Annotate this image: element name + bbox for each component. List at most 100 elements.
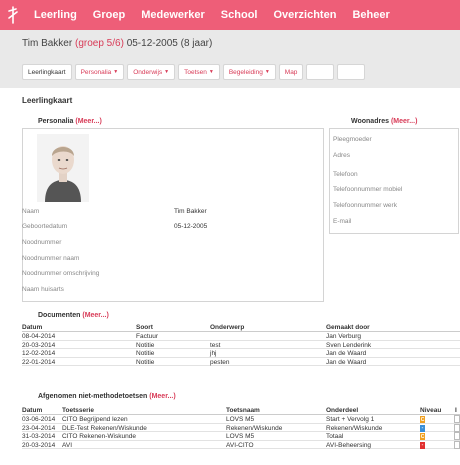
nav-beheer[interactable]: Beheer [344, 0, 397, 30]
table-row[interactable]: 22-01-2014 Notitie pesten Jan de Waard [22, 358, 460, 366]
column-header[interactable]: Datum [22, 407, 42, 414]
field-label-pleegmoeder: Pleegmoeder [333, 136, 372, 143]
table-cell: 08-04-2014 [22, 333, 56, 340]
page-title: Leerlingkaart [22, 96, 73, 105]
tab-toetsen[interactable]: Toetsen ▼ [178, 64, 220, 80]
table-cell: DLE-Test Rekenen/Wiskunde [62, 424, 147, 432]
section-title-text: Personalia [38, 118, 74, 125]
table-cell: pesten [210, 358, 230, 366]
nav-medewerker[interactable]: Medewerker [133, 0, 213, 30]
niveau-badge: - [420, 424, 425, 432]
table-cell: 03-06-2014 [22, 416, 56, 423]
table-cell: 23-04-2014 [22, 424, 56, 432]
row-checkbox[interactable] [454, 423, 460, 432]
tab-bar: Leerlingkaart Personalia ▼ Onderwijs ▼ Toe… [22, 64, 366, 80]
table-cell: Jan de Waard [326, 358, 367, 366]
row-checkbox[interactable] [454, 440, 460, 449]
field-value-geboortedatum: 05-12-2005 [174, 223, 208, 230]
toetsen-title: Afgenomen niet-methodetoetsen (Meer...) [38, 393, 176, 400]
tab-begeleiding[interactable]: Begeleiding ▼ [222, 64, 276, 80]
tab-leerlingkaart[interactable]: Leerlingkaart [22, 64, 72, 80]
student-title: Tim Bakker (groep 5/6) 05-12-2005 (8 jaa… [22, 38, 212, 49]
table-cell: Jan Verburg [326, 333, 362, 340]
column-header[interactable]: Datum [22, 324, 42, 331]
table-cell: AVI-Beheersing [326, 441, 372, 449]
field-label-noodnummer: Noodnummer [22, 239, 62, 246]
nav-overzichten[interactable]: Overzichten [265, 0, 344, 30]
row-checkbox[interactable] [454, 415, 460, 423]
column-header[interactable]: Toetsserie [62, 407, 94, 414]
tab-empty[interactable] [306, 64, 335, 80]
table-header-row: Datum Toetsserie Toetsnaam Onderdeel Niv… [22, 406, 460, 415]
column-header[interactable]: Onderwerp [210, 324, 244, 331]
niveau-badge: C [420, 416, 425, 423]
table-cell: jhj [210, 350, 217, 357]
nav-leerling[interactable]: Leerling [26, 0, 85, 30]
column-header[interactable]: Gemaakt door [326, 324, 370, 331]
personalia-meer-link[interactable]: (Meer...) [75, 118, 101, 125]
table-row[interactable]: 31-03-2014 CITO Rekenen-Wiskunde LOVS M5… [22, 432, 460, 441]
student-group-link[interactable]: (groep 5/6) [75, 38, 124, 49]
column-header[interactable]: Onderdeel [326, 407, 358, 414]
table-cell: Rekenen/Wiskunde [326, 424, 383, 432]
table-cell: Notitie [136, 350, 155, 357]
woonadres-title: Woonadres (Meer...) [351, 118, 417, 125]
caret-down-icon: ▼ [113, 69, 119, 75]
tab-label: Leerlingkaart [28, 68, 66, 76]
table-row[interactable]: 12-02-2014 Notitie jhj Jan de Waard [22, 349, 460, 358]
column-header[interactable]: Niveau [420, 407, 441, 414]
tab-personalia[interactable]: Personalia ▼ [74, 64, 125, 80]
table-cell: AVI [62, 441, 72, 449]
field-label-naam-huisarts: Naam huisarts [22, 286, 64, 293]
table-cell: CITO Begrijpend lezen [62, 416, 128, 423]
tab-empty[interactable] [337, 64, 366, 80]
nav-school[interactable]: School [213, 0, 266, 30]
table-cell: LOVS M5 [226, 416, 255, 423]
documenten-title: Documenten (Meer...) [38, 312, 109, 319]
woonadres-meer-link[interactable]: (Meer...) [391, 118, 417, 125]
tab-onderwijs[interactable]: Onderwijs ▼ [127, 64, 176, 80]
column-header[interactable]: Soort [136, 324, 153, 331]
table-row[interactable]: 23-04-2014 DLE-Test Rekenen/Wiskunde Rek… [22, 423, 460, 432]
field-label-telefoon: Telefoon [333, 171, 358, 178]
table-cell: Notitie [136, 358, 155, 366]
caret-down-icon: ▼ [164, 69, 170, 75]
documenten-meer-link[interactable]: (Meer...) [82, 312, 108, 319]
table-cell: CITO Rekenen-Wiskunde [62, 433, 136, 440]
section-title-text: Documenten [38, 312, 81, 319]
top-navigation: Leerling Groep Medewerker School Overzic… [0, 0, 460, 30]
table-row[interactable]: 20-03-2014 AVI AVI-CITO AVI-Beheersing - [22, 440, 460, 449]
table-header-row: Datum Soort Onderwerp Gemaakt door [22, 323, 460, 332]
tab-label: Begeleiding [228, 68, 263, 76]
table-cell: 20-03-2014 [22, 341, 56, 349]
column-header[interactable]: Toetsnaam [226, 407, 260, 414]
niveau-badge: C [420, 433, 425, 440]
toetsen-meer-link[interactable]: (Meer...) [149, 393, 175, 400]
documenten-table: Datum Soort Onderwerp Gemaakt door 08-04… [22, 323, 460, 366]
section-title-text: Woonadres [351, 118, 389, 125]
table-cell: Notitie [136, 341, 155, 349]
table-row[interactable]: 03-06-2014 CITO Begrijpend lezen LOVS M5… [22, 415, 460, 424]
table-cell: Rekenen/Wiskunde [226, 424, 283, 432]
column-header[interactable]: I [455, 407, 457, 414]
table-cell: LOVS M5 [226, 433, 255, 440]
section-title-text: Afgenomen niet-methodetoetsen [38, 393, 148, 400]
table-row[interactable]: 08-04-2014 Factuur Jan Verburg [22, 332, 460, 341]
field-label-telefoon-mobiel: Telefoonnummer mobiel [333, 186, 403, 193]
logo-icon[interactable] [0, 0, 26, 30]
field-label-adres: Adres [333, 152, 350, 159]
row-checkbox[interactable] [454, 432, 460, 440]
table-cell: Jan de Waard [326, 350, 367, 357]
table-cell: Start + Vervolg 1 [326, 416, 375, 423]
tab-label: Map [284, 68, 298, 76]
personalia-title: Personalia (Meer...) [38, 118, 102, 125]
tab-map[interactable]: Map [278, 64, 304, 80]
table-row[interactable]: 20-03-2014 Notitie test Sven Lenderink [22, 341, 460, 349]
niveau-badge: - [420, 441, 425, 449]
table-cell: AVI-CITO [226, 441, 254, 449]
tab-label: Personalia [80, 68, 112, 76]
caret-down-icon: ▼ [208, 69, 214, 75]
table-cell: Factuur [136, 333, 159, 340]
field-label-noodnummer-omschrijving: Noodnummer omschrijving [22, 270, 100, 277]
nav-groep[interactable]: Groep [85, 0, 133, 30]
